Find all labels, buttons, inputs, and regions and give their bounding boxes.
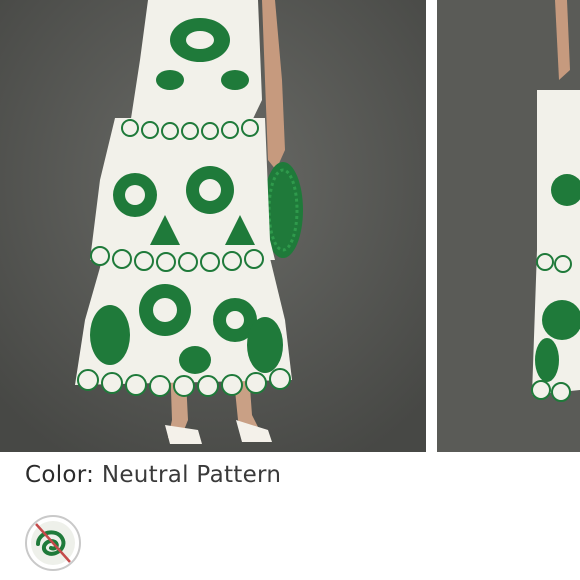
product-image-next[interactable] [437,0,580,452]
product-image-main[interactable] [0,0,426,452]
color-selection-label: Color: Neutral Pattern [25,462,281,488]
product-image-gallery[interactable] [0,0,580,452]
color-value: Neutral Pattern [101,462,282,488]
neutral-pattern-swatch[interactable] [24,514,82,572]
swatch-pattern-icon [25,515,81,571]
color-label: Color: [25,462,95,488]
dress-illustration-next [437,0,580,452]
dress-illustration [0,0,426,452]
